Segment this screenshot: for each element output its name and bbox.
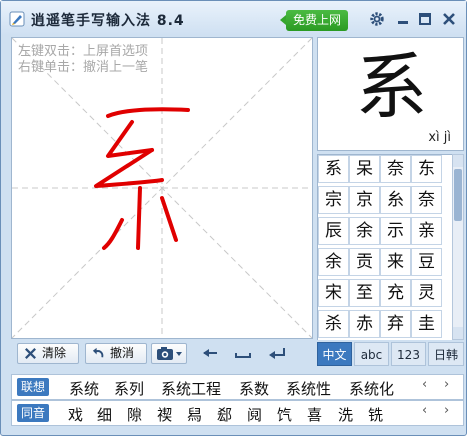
tab-abc[interactable]: abc [354, 342, 389, 366]
candidate-cell[interactable]: 圭 [411, 310, 442, 338]
window-title: 逍遥笔手写输入法 8.4 [31, 13, 185, 29]
homophone-char[interactable]: 饩 [277, 404, 292, 425]
preview-character[interactable]: 系 [318, 42, 465, 132]
homophone-char[interactable]: 戏 [68, 404, 83, 425]
backspace-icon[interactable] [201, 345, 221, 361]
candidate-cell[interactable]: 至 [349, 279, 380, 307]
chevron-left-icon[interactable]: ‹ [422, 377, 427, 392]
screenshot-button[interactable] [151, 343, 187, 364]
candidate-cell[interactable]: 豆 [411, 248, 442, 276]
homophone-char[interactable]: 细 [97, 404, 112, 425]
homophone-char[interactable]: 喜 [307, 404, 322, 425]
clear-label: 清除 [42, 346, 67, 360]
enter-icon[interactable] [267, 345, 287, 361]
undo-label: 撤消 [110, 346, 135, 360]
pad-toolbar: 清除 撤消 [11, 342, 313, 366]
candidate-cell[interactable]: 东 [411, 155, 442, 183]
homophone-label: 同音 [17, 404, 49, 422]
candidate-cell[interactable]: 来 [380, 248, 411, 276]
undo-icon [92, 347, 104, 358]
candidate-scrollbar[interactable] [452, 154, 464, 340]
candidate-cell[interactable]: 贡 [349, 248, 380, 276]
candidate-cell[interactable]: 宗 [318, 186, 349, 214]
candidate-cell[interactable]: 余 [318, 248, 349, 276]
ime-window: 逍遥笔手写输入法 8.4 免费上网 左键双击：上屏首选项 右键单击：撤消上一笔 [0, 0, 467, 436]
association-word[interactable]: 系统 [69, 378, 99, 399]
candidate-cell[interactable]: 示 [380, 217, 411, 245]
chevron-right-icon[interactable]: › [444, 377, 449, 392]
close-icon[interactable] [441, 11, 457, 27]
association-word[interactable]: 系列 [114, 378, 144, 399]
free-internet-button[interactable]: 免费上网 [280, 10, 348, 31]
gear-icon[interactable] [369, 11, 385, 27]
association-word[interactable]: 系统工程 [161, 378, 221, 399]
candidate-cell[interactable]: 糸 [380, 186, 411, 214]
homophone-char[interactable]: 阋 [247, 404, 262, 425]
tab-chinese[interactable]: 中文 [317, 342, 352, 366]
clear-button[interactable]: 清除 [17, 343, 79, 364]
handwriting-strokes [94, 107, 190, 250]
space-icon[interactable] [233, 345, 253, 361]
association-label: 联想 [17, 378, 49, 396]
candidate-cell[interactable]: 辰 [318, 217, 349, 245]
tab-japanese-korean[interactable]: 日韩 [428, 342, 464, 366]
association-row: 联想 系统 系列 系统工程 系数 系统性 系统化 ‹ › [11, 374, 464, 400]
tab-numbers[interactable]: 123 [391, 342, 426, 366]
chevron-right-icon[interactable]: › [444, 403, 449, 418]
candidate-cell[interactable]: 弃 [380, 310, 411, 338]
chevron-left-icon[interactable]: ‹ [422, 403, 427, 418]
scroll-thumb[interactable] [454, 169, 462, 221]
homophone-char[interactable]: 禊 [157, 404, 172, 425]
scroll-down-icon[interactable] [453, 327, 463, 339]
candidate-grid: 系 呆 奈 东 宗 京 糸 奈 辰 余 示 亲 余 贡 来 豆 宋 至 充 灵 … [317, 154, 452, 340]
maximize-icon[interactable] [417, 11, 433, 27]
clear-x-icon [25, 348, 36, 359]
candidate-cell[interactable]: 京 [349, 186, 380, 214]
homophone-char[interactable]: 郄 [217, 404, 232, 425]
writing-pad[interactable]: 左键双击：上屏首选项 右键单击：撤消上一笔 [11, 37, 313, 339]
preview-panel: 系 xì jì [317, 37, 464, 151]
undo-button[interactable]: 撤消 [85, 343, 147, 364]
homophone-char[interactable]: 舄 [187, 404, 202, 425]
candidate-cell[interactable]: 奈 [380, 155, 411, 183]
candidate-cell[interactable]: 亲 [411, 217, 442, 245]
homophone-row: 同音 戏 细 隙 禊 舄 郄 阋 饩 喜 洗 铣 ‹ › [11, 400, 464, 426]
homophone-char[interactable]: 隙 [127, 404, 142, 425]
candidate-cell[interactable]: 呆 [349, 155, 380, 183]
candidate-cell[interactable]: 宋 [318, 279, 349, 307]
camera-icon [157, 347, 182, 360]
app-icon [9, 11, 25, 27]
input-mode-tabs: 中文 abc 123 日韩 [317, 342, 464, 366]
candidate-cell[interactable]: 奈 [411, 186, 442, 214]
candidate-cell[interactable]: 余 [349, 217, 380, 245]
association-word[interactable]: 系统化 [349, 378, 394, 399]
candidate-cell[interactable]: 系 [318, 155, 349, 183]
minimize-icon[interactable] [395, 11, 411, 27]
homophone-char[interactable]: 铣 [368, 404, 383, 425]
pinyin-label: xì jì [428, 130, 451, 145]
association-word[interactable]: 系统性 [286, 378, 331, 399]
candidate-cell[interactable]: 灵 [411, 279, 442, 307]
scroll-up-icon[interactable] [453, 155, 463, 167]
association-word[interactable]: 系数 [239, 378, 269, 399]
title-bar[interactable]: 逍遥笔手写输入法 8.4 免费上网 [1, 1, 466, 35]
candidate-cell[interactable]: 赤 [349, 310, 380, 338]
homophone-char[interactable]: 洗 [338, 404, 353, 425]
candidate-cell[interactable]: 杀 [318, 310, 349, 338]
candidate-cell[interactable]: 充 [380, 279, 411, 307]
